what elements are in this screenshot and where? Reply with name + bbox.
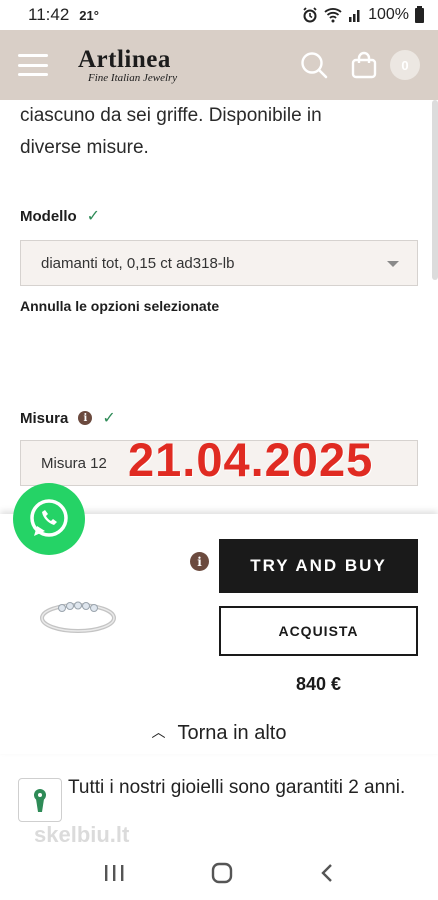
model-label: Modello [20, 207, 77, 225]
logo-main: Artlinea [78, 45, 171, 73]
size-label-row: Misura i ✓ [20, 408, 420, 428]
size-label: Misura [20, 409, 69, 427]
try-and-buy-button[interactable]: TRY AND BUY [219, 539, 418, 593]
recent-apps-icon[interactable] [103, 863, 125, 883]
home-icon[interactable] [210, 861, 234, 885]
guarantee-row: Tutti i nostri gioielli sono garantiti 2… [18, 770, 418, 830]
chevron-down-icon [387, 261, 399, 267]
back-to-top-label: Torna in alto [177, 722, 287, 744]
guarantee-text: Tutti i nostri gioielli sono garantiti 2… [68, 777, 406, 798]
logo-sub: Fine Italian Jewelry [88, 71, 178, 84]
buy-button[interactable]: ACQUISTA [219, 606, 418, 656]
back-to-top-link[interactable]: ︿ Torna in alto [0, 722, 438, 745]
product-options: ciascuno da sei griffe. Disponibile in d… [20, 100, 420, 486]
status-bar: 11:42 21° 100% [0, 0, 438, 30]
whatsapp-icon[interactable] [12, 482, 86, 556]
reset-options-link[interactable]: Annulla le opzioni selezionate [20, 298, 420, 314]
cart-count-badge[interactable]: 0 [390, 50, 420, 80]
header-icons: 0 [300, 50, 420, 80]
shopping-bag-icon[interactable] [350, 51, 378, 79]
chevron-up-icon: ︿ [151, 724, 166, 740]
battery-icon [415, 5, 424, 23]
ring-product-image[interactable] [38, 594, 118, 638]
date-stamp: 21.04.2025 [128, 433, 374, 486]
android-nav-bar [0, 846, 438, 900]
wifi-icon [324, 8, 342, 23]
hamburger-icon[interactable] [18, 54, 48, 76]
check-icon: ✓ [86, 208, 101, 225]
model-select-value: diamanti tot, 0,15 ct ad318-lb [41, 254, 235, 272]
search-icon[interactable] [300, 51, 328, 79]
back-icon[interactable] [319, 862, 335, 884]
keyhole-lock-icon [18, 778, 62, 822]
status-temperature: 21° [79, 8, 99, 23]
site-logo[interactable]: Artlinea Fine Italian Jewelry [78, 47, 177, 84]
status-right: 100% [302, 5, 424, 24]
model-select[interactable]: diamanti tot, 0,15 ct ad318-lb [20, 240, 418, 286]
watermark: skelbiu.lt [34, 822, 130, 847]
description-line-2: diverse misure. [20, 137, 149, 158]
size-select-value: Misura 12 [41, 454, 107, 472]
check-icon: ✓ [102, 410, 116, 427]
site-header: Artlinea Fine Italian Jewelry 0 [0, 30, 438, 100]
description-line-1: ciascuno da sei griffe. Disponibile in [20, 105, 322, 126]
model-label-row: Modello ✓ [20, 206, 420, 226]
product-description: ciascuno da sei griffe. Disponibile in d… [20, 100, 420, 164]
info-icon[interactable]: i [190, 552, 209, 571]
product-price: 840 € [295, 674, 342, 694]
status-time: 11:42 [28, 5, 70, 24]
status-left: 11:42 21° [28, 5, 99, 25]
signal-icon [349, 10, 360, 22]
info-icon[interactable]: i [78, 411, 93, 425]
scrollbar[interactable] [432, 100, 438, 280]
alarm-icon [303, 7, 317, 23]
battery-percent: 100% [368, 6, 409, 23]
